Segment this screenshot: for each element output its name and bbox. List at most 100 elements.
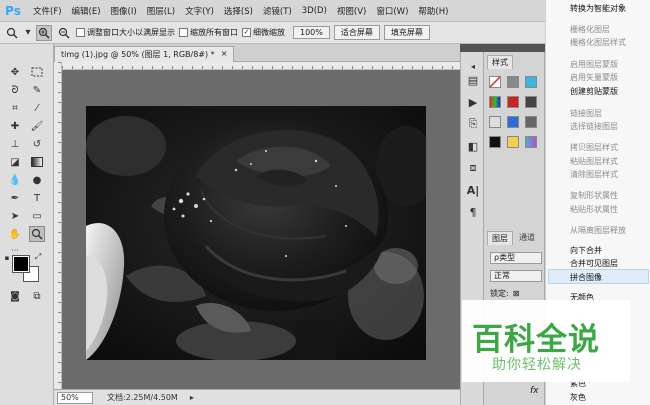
healing-brush-tool-icon[interactable]: ✚ xyxy=(7,118,23,134)
foreground-color-swatch[interactable] xyxy=(12,255,30,273)
zoom-in-icon[interactable] xyxy=(36,24,52,41)
quick-mask-icon[interactable]: ◙ xyxy=(7,288,23,304)
menu-type[interactable]: 文字(Y) xyxy=(180,5,219,17)
rectangle-tool-icon[interactable]: ▭ xyxy=(29,208,45,224)
menu-layer[interactable]: 图层(L) xyxy=(142,5,180,17)
scrubby-zoom-checkbox[interactable]: ✓ xyxy=(242,28,251,37)
type-tool-icon[interactable]: T xyxy=(29,190,45,206)
lasso-tool-icon[interactable]: ᘐ xyxy=(7,82,23,98)
history-brush-tool-icon[interactable]: ↺ xyxy=(29,136,45,152)
marquee-tool-icon[interactable] xyxy=(29,64,45,80)
resize-windows-checkbox[interactable] xyxy=(76,28,85,37)
zoom-all-checkbox[interactable] xyxy=(179,28,188,37)
menu-edit[interactable]: 编辑(E) xyxy=(67,5,106,17)
fx-icon[interactable]: fx xyxy=(530,386,539,396)
menu-help[interactable]: 帮助(H) xyxy=(413,5,453,17)
ctx-copy-layer-style[interactable]: 拷贝图层样式 xyxy=(570,142,618,153)
ctx-clear-layer-style[interactable]: 清除图层样式 xyxy=(570,169,618,180)
layers-tab[interactable]: 图层 xyxy=(487,231,513,245)
layer-filter-select[interactable]: ρ类型 xyxy=(490,252,542,264)
status-arrow-icon[interactable]: ▸ xyxy=(190,393,194,402)
menu-select[interactable]: 选择(S) xyxy=(219,5,258,17)
menu-image[interactable]: 图像(I) xyxy=(106,5,142,17)
ctx-merge-visible[interactable]: 合并可见图层 xyxy=(570,258,618,269)
gradient-tool-icon[interactable] xyxy=(29,154,45,170)
pen-tool-icon[interactable]: ✒ xyxy=(7,190,23,206)
zoom-all-option[interactable]: 缩放所有窗口 xyxy=(179,27,238,38)
menu-filter[interactable]: 滤镜(T) xyxy=(258,5,297,17)
eyedropper-tool-icon[interactable]: ⁄ xyxy=(29,100,45,116)
paragraph-panel-icon[interactable]: ¶ xyxy=(465,204,481,220)
zoom-level-field[interactable]: 50% xyxy=(57,391,93,404)
ctx-copy-shape-attributes[interactable]: 复制形状属性 xyxy=(570,190,618,201)
style-swatch[interactable] xyxy=(507,116,519,128)
style-swatch[interactable] xyxy=(525,76,537,88)
chevron-down-icon[interactable]: ▾ xyxy=(24,25,32,41)
ctx-gray[interactable]: 灰色 xyxy=(570,392,586,403)
dodge-tool-icon[interactable]: ● xyxy=(29,172,45,188)
document-tab[interactable]: timg (1).jpg @ 50% (图层 1, RGB/8#) * × xyxy=(54,46,235,62)
hand-tool-icon[interactable]: ✋ xyxy=(7,226,23,242)
screen-mode-icon[interactable]: ⧉ xyxy=(29,288,45,304)
clone-stamp-tool-icon[interactable]: ⊥ xyxy=(7,136,23,152)
brush-tool-icon[interactable]: 🖌 xyxy=(29,118,45,134)
zoom-100-button[interactable]: 100% xyxy=(293,26,330,39)
style-swatch[interactable] xyxy=(507,76,519,88)
properties-panel-icon[interactable]: ⎘ xyxy=(465,116,481,132)
crop-tool-icon[interactable]: ⌗ xyxy=(7,100,23,116)
canvas-area[interactable] xyxy=(62,70,460,389)
ctx-enable-layer-mask[interactable]: 启用图层蒙版 xyxy=(570,59,618,70)
ctx-merge-down[interactable]: 向下合并 xyxy=(570,245,602,256)
ctx-flatten-image[interactable]: 拼合图像 xyxy=(570,272,602,283)
style-swatch[interactable] xyxy=(507,96,519,108)
menu-file[interactable]: 文件(F) xyxy=(28,5,67,17)
clone-source-panel-icon[interactable]: ⧈ xyxy=(465,160,481,176)
blur-tool-icon[interactable]: 💧 xyxy=(7,172,23,188)
default-colors-icon[interactable]: ▪ xyxy=(3,254,11,262)
path-selection-tool-icon[interactable]: ➤ xyxy=(7,208,23,224)
actions-panel-icon[interactable]: ▶ xyxy=(465,94,481,110)
lock-transparent-icon[interactable]: ⊠ xyxy=(513,289,520,298)
menu-3d[interactable]: 3D(D) xyxy=(297,6,332,16)
ctx-link-layers[interactable]: 链接图层 xyxy=(570,108,602,119)
zoom-tool-icon[interactable] xyxy=(29,226,45,242)
ctx-paste-shape-attributes[interactable]: 粘贴形状属性 xyxy=(570,204,618,215)
ctx-create-clipping-mask[interactable]: 创建剪贴蒙版 xyxy=(570,86,618,97)
style-swatch[interactable] xyxy=(525,96,537,108)
menu-window[interactable]: 窗口(W) xyxy=(371,5,413,17)
style-swatch[interactable] xyxy=(489,116,501,128)
scrubby-zoom-option[interactable]: ✓ 细微缩放 xyxy=(242,27,285,38)
ctx-select-linked-layers[interactable]: 选择链接图层 xyxy=(570,121,618,132)
style-swatch[interactable] xyxy=(525,136,537,148)
styles-tab[interactable]: 样式 xyxy=(487,55,513,69)
channels-tab[interactable]: 通道 xyxy=(515,231,539,244)
menu-view[interactable]: 视图(V) xyxy=(332,5,371,17)
ctx-rasterize-layer-style[interactable]: 栅格化图层样式 xyxy=(570,37,626,48)
document-info[interactable]: 文档:2.25M/4.50M xyxy=(107,392,178,403)
eraser-tool-icon[interactable]: ◪ xyxy=(7,154,23,170)
style-swatch[interactable] xyxy=(525,116,537,128)
ctx-rasterize-layer[interactable]: 栅格化图层 xyxy=(570,24,610,35)
fit-screen-button[interactable]: 适合屏幕 xyxy=(333,25,380,40)
resize-windows-option[interactable]: 调整窗口大小以满屏显示 xyxy=(76,27,175,38)
move-tool-icon[interactable]: ✥ xyxy=(7,64,23,80)
ctx-convert-smart-object[interactable]: 转换为智能对象 xyxy=(570,3,626,14)
style-swatch-none[interactable] xyxy=(489,76,501,88)
ctx-enable-vector-mask[interactable]: 启用矢量蒙版 xyxy=(570,72,618,83)
style-swatch[interactable] xyxy=(489,136,501,148)
swap-colors-icon[interactable]: ⤢ xyxy=(33,252,43,262)
ctx-paste-layer-style[interactable]: 粘贴图层样式 xyxy=(570,156,618,167)
zoom-tool-preset-icon[interactable] xyxy=(4,25,20,41)
character-panel-icon[interactable]: A| xyxy=(465,182,481,198)
close-tab-icon[interactable]: × xyxy=(221,49,228,62)
history-panel-icon[interactable]: ▤ xyxy=(465,72,481,88)
adjustments-panel-icon[interactable]: ◧ xyxy=(465,138,481,154)
fill-screen-button[interactable]: 填充屏幕 xyxy=(383,25,430,40)
ctx-release-from-isolation[interactable]: 从隔离图层释放 xyxy=(570,225,626,236)
style-swatch[interactable] xyxy=(507,136,519,148)
style-swatch[interactable] xyxy=(489,96,501,108)
quick-selection-tool-icon[interactable]: ✎ xyxy=(29,82,45,98)
zoom-out-icon[interactable] xyxy=(56,25,72,41)
blend-mode-select[interactable]: 正常 xyxy=(490,270,542,282)
document-image[interactable] xyxy=(86,106,426,360)
